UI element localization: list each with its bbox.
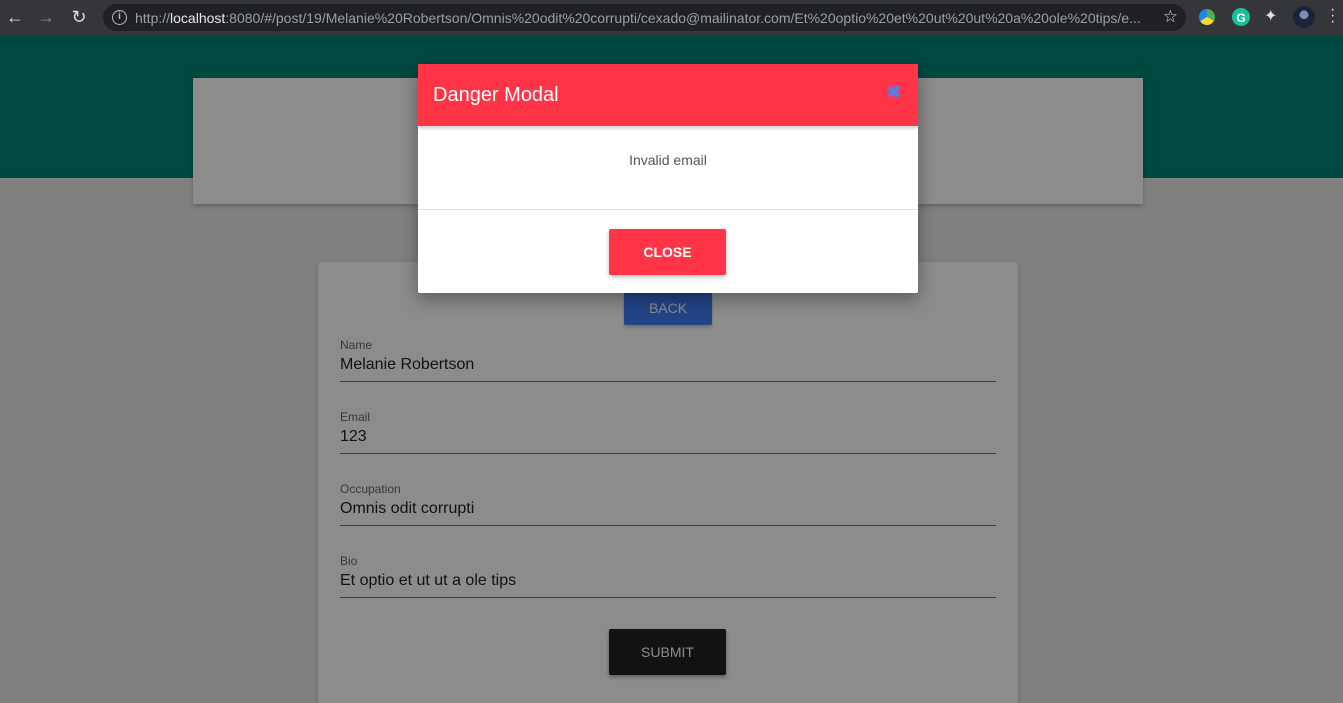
forward-arrow-icon[interactable]: → [35, 6, 57, 28]
more-menu-icon[interactable]: · · · [1330, 2, 1336, 30]
url-text[interactable]: http://localhost:8080/#/post/19/Melanie%… [135, 10, 1145, 26]
danger-modal: Danger Modal ✖ Invalid email CLOSE [418, 64, 918, 293]
extension-colorful-icon[interactable] [1199, 9, 1215, 25]
extensions-puzzle-icon[interactable]: ✦ [1264, 6, 1284, 26]
back-arrow-icon[interactable]: ← [4, 6, 26, 28]
info-icon[interactable]: i [112, 10, 127, 25]
profile-avatar[interactable] [1293, 6, 1315, 28]
browser-toolbar: ← → ↻ i http://localhost:8080/#/post/19/… [0, 0, 1343, 35]
close-button[interactable]: CLOSE [609, 229, 726, 275]
close-icon[interactable]: ✖ [886, 83, 902, 101]
modal-title: Danger Modal [433, 84, 559, 106]
modal-header: Danger Modal ✖ [418, 64, 918, 126]
address-bar[interactable]: i http://localhost:8080/#/post/19/Melani… [103, 4, 1186, 31]
bookmark-star-icon[interactable]: ☆ [1163, 7, 1178, 27]
reload-icon[interactable]: ↻ [68, 6, 90, 28]
modal-body: Invalid email [418, 126, 918, 210]
modal-message: Invalid email [629, 152, 707, 168]
grammarly-icon[interactable]: G [1232, 8, 1250, 26]
